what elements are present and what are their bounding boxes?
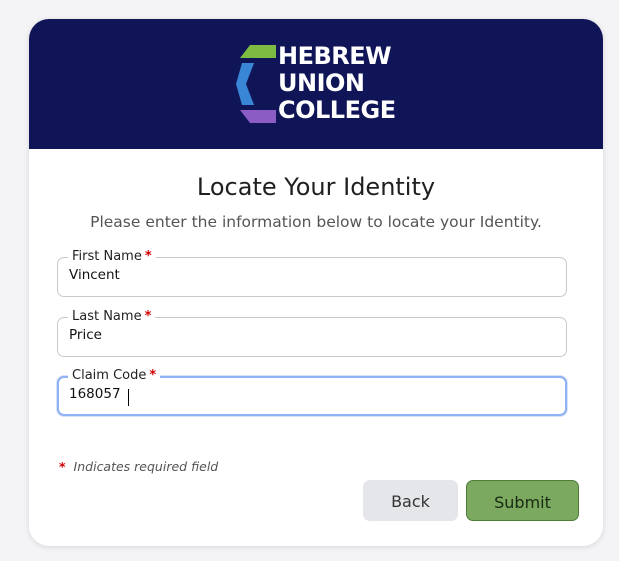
- required-note-text: Indicates required field: [73, 459, 219, 474]
- logo-line-3: COLLEGE: [278, 96, 396, 124]
- claim-code-field[interactable]: Claim Code *: [57, 367, 567, 416]
- required-marker: *: [149, 368, 157, 383]
- college-logo-text: HEBREW UNION COLLEGE: [278, 43, 396, 124]
- text-caret: [128, 389, 129, 406]
- last-name-field[interactable]: Last Name *: [57, 308, 567, 357]
- first-name-field[interactable]: First Name *: [57, 248, 567, 297]
- required-marker: *: [144, 249, 152, 264]
- required-field-note: * Indicates required field: [59, 459, 218, 474]
- required-note-star: *: [59, 459, 66, 474]
- back-button[interactable]: Back: [363, 480, 458, 521]
- logo-line-2: UNION: [278, 69, 365, 97]
- page-title: Locate Your Identity: [196, 173, 436, 201]
- first-name-input[interactable]: [69, 267, 549, 283]
- header-banner: HEBREW UNION COLLEGE: [29, 19, 603, 149]
- last-name-label: Last Name *: [68, 308, 156, 326]
- first-name-label-text: First Name: [72, 249, 142, 264]
- claim-code-input[interactable]: [69, 386, 549, 402]
- last-name-input[interactable]: [69, 327, 549, 343]
- required-marker: *: [144, 309, 152, 324]
- last-name-label-text: Last Name: [72, 309, 142, 324]
- first-name-label: First Name *: [68, 248, 156, 266]
- claim-code-label: Claim Code *: [68, 367, 161, 385]
- submit-button[interactable]: Submit: [466, 480, 579, 521]
- page-subtitle: Please enter the information below to lo…: [90, 213, 542, 231]
- logo-line-1: HEBREW: [278, 42, 392, 70]
- claim-code-label-text: Claim Code: [72, 368, 147, 383]
- college-logo-icon: [236, 45, 276, 123]
- identity-card: HEBREW UNION COLLEGE Locate Your Identit…: [29, 19, 603, 546]
